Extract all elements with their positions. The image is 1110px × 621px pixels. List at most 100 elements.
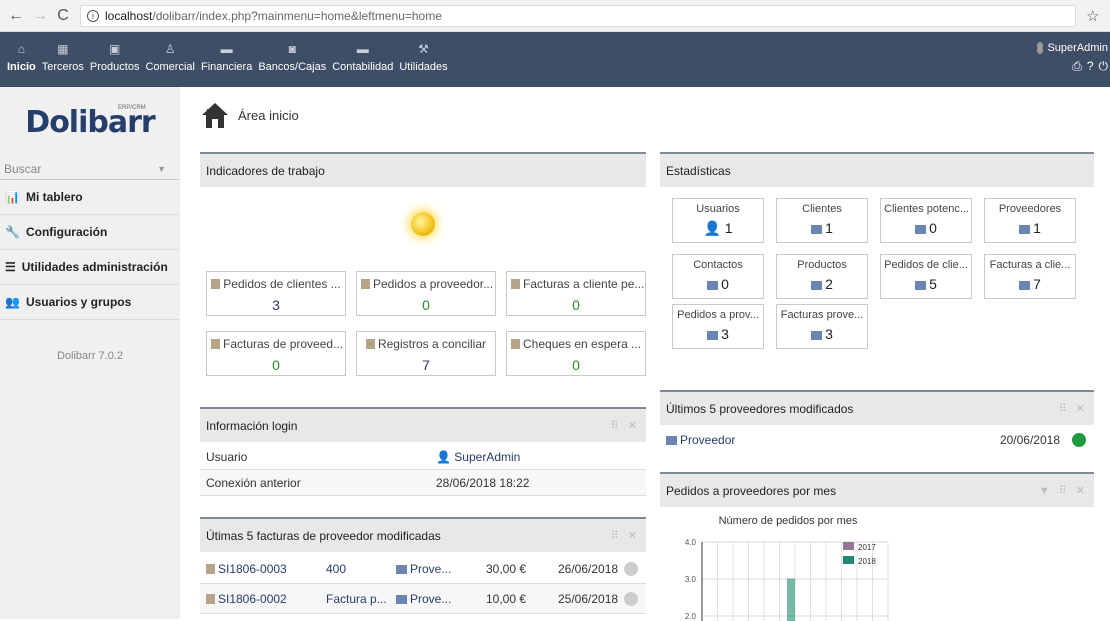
work-indicators-box: Indicadores de trabajo Pedidos de client…	[200, 152, 646, 382]
legend-label-2018: 2018	[858, 557, 876, 566]
sidebar-item-users[interactable]: 👥 Usuarios y grupos	[0, 285, 180, 320]
help-icon[interactable]: ?	[1087, 59, 1094, 74]
supplier-link[interactable]: Prove...	[396, 562, 486, 576]
menu-utilidades[interactable]: ⚒ Utilidades	[396, 42, 450, 74]
y-tick-label: 2.0	[685, 612, 697, 621]
sidebar-item-admin-tools[interactable]: ☰ Utilidades administración	[0, 250, 180, 285]
invoice-label: Factura p...	[326, 591, 387, 606]
menu-comercial[interactable]: ♙ Comercial	[142, 42, 198, 74]
supplier-invoices-box: Útimas 5 facturas de proveedor modificad…	[200, 517, 646, 619]
stat-card[interactable]: Clientes potenc... 0	[880, 198, 972, 243]
work-indicators-title: Indicadores de trabajo	[206, 163, 325, 178]
user-icon: 👤	[436, 449, 451, 464]
chart-icon: 📊	[5, 190, 20, 204]
wrench-icon: 🔧	[5, 225, 20, 239]
search-select[interactable]: Buscar ▼	[0, 158, 180, 180]
company-icon	[396, 564, 407, 574]
box-tools-icons[interactable]: ▼ ⠿ ✕	[1039, 484, 1088, 497]
supplier-link[interactable]: Prove...	[396, 592, 486, 606]
stat-card[interactable]: Contactos 0	[672, 254, 764, 299]
bar-2018	[787, 578, 795, 621]
forward-icon[interactable]: →	[32, 7, 48, 25]
work-indicator-card[interactable]: Pedidos de clientes ... 3	[206, 271, 346, 316]
user-box: SuperAdmin ⎙ ? ⏻	[1037, 42, 1110, 74]
stat-label: Clientes potenc...	[884, 203, 969, 215]
box-tools-icons[interactable]: ⠿ ✕	[611, 419, 640, 432]
invoice-ref-link[interactable]: SI1806-0003	[206, 562, 326, 576]
work-indicator-card[interactable]: Cheques en espera ... 0	[506, 331, 646, 376]
work-indicator-card[interactable]: Facturas a cliente pe... 0	[506, 271, 646, 316]
supplier-orders-chart-box: Pedidos a proveedores por mes ▼ ⠿ ✕ Númer…	[660, 472, 1094, 621]
legend-label-2017: 2017	[858, 543, 876, 552]
sidebar-item-setup[interactable]: 🔧 Configuración	[0, 215, 180, 250]
doc-icon	[361, 279, 370, 289]
bank-icon	[365, 339, 375, 349]
page-title: Área inicio	[238, 107, 299, 123]
stat-label: Facturas prove...	[780, 309, 864, 321]
stat-card[interactable]: Facturas a clie... 7	[984, 254, 1076, 299]
menu-productos[interactable]: ▣ Productos	[87, 42, 143, 74]
work-indicator-card[interactable]: Facturas de proveed... 0	[206, 331, 346, 376]
stat-card[interactable]: Clientes 1	[776, 198, 868, 243]
login-user-name: SuperAdmin	[454, 449, 521, 464]
invoice-date: 25/06/2018	[558, 591, 619, 606]
page-header: Área inicio	[200, 101, 299, 129]
stat-card[interactable]: Pedidos de clie... 5	[880, 254, 972, 299]
menu-financiera[interactable]: ▬ Financiera	[198, 42, 255, 74]
logout-icon[interactable]: ⏻	[1099, 59, 1109, 74]
stat-value: 2	[825, 276, 833, 292]
info-icon[interactable]: i	[87, 9, 99, 22]
card-value: 7	[422, 357, 430, 373]
login-user-value[interactable]: 👤 SuperAdmin	[436, 450, 520, 464]
invoice-amount: 10,00 €	[486, 591, 527, 606]
menu-inicio[interactable]: ⌂ Inicio	[4, 42, 39, 74]
invoice-ref-link[interactable]: SI1806-0002	[206, 592, 326, 606]
y-tick-label: 4.0	[685, 538, 697, 547]
user-name[interactable]: SuperAdmin	[1047, 42, 1108, 54]
stat-label: Pedidos a prov...	[677, 309, 759, 321]
home-icon	[202, 103, 228, 128]
list-icon: ☰	[5, 260, 16, 274]
work-indicator-card[interactable]: Registros a conciliar 7	[356, 331, 496, 376]
stat-value: 1	[724, 220, 733, 236]
stat-label: Usuarios	[696, 203, 740, 215]
ledger-icon: ▬	[356, 42, 369, 56]
stat-label: Facturas a clie...	[989, 259, 1071, 271]
menu-contabilidad[interactable]: ▬ Contabilidad	[329, 42, 396, 74]
stat-card[interactable]: Pedidos a prov... 3	[672, 304, 764, 349]
top-menu-bar: ⌂ Inicio ▦ Terceros ▣ Productos ♙ Comercial ▬ Fin…	[0, 32, 1110, 87]
back-icon[interactable]: ←	[8, 7, 24, 25]
stat-card[interactable]: Facturas prove... 3	[776, 304, 868, 349]
supplier-link[interactable]: Proveedor	[666, 433, 1000, 447]
legend-swatch-2018	[843, 556, 854, 564]
supplier-orders-title: Pedidos a proveedores por mes	[666, 483, 837, 498]
address-bar[interactable]: i localhost/dolibarr/index.php?mainmenu=…	[80, 4, 1076, 27]
bill-icon	[211, 339, 220, 349]
box-tools-icons[interactable]: ⠿ ✕	[1059, 402, 1088, 415]
stat-card[interactable]: Productos 2	[776, 254, 868, 299]
sun-weather-icon	[411, 212, 435, 236]
menu-bancos-cajas[interactable]: ◙ Bancos/Cajas	[255, 42, 329, 74]
box-tools-icons[interactable]: ⠿ ✕	[611, 529, 640, 542]
menu-label: Terceros	[41, 61, 84, 73]
print-icon[interactable]: ⎙	[1072, 59, 1082, 74]
stat-card[interactable]: Usuarios 👤 1	[672, 198, 764, 243]
menu-label: Bancos/Cajas	[258, 61, 327, 73]
statistics-box: Estadísticas Usuarios 👤 1 Clientes 1 Cliente…	[660, 152, 1094, 372]
work-indicator-card[interactable]: Pedidos a proveedor... 0	[356, 271, 496, 316]
search-placeholder: Buscar	[4, 161, 42, 176]
logo[interactable]: Dolibarr ERP/CRM	[0, 87, 180, 157]
bill-icon	[511, 279, 520, 289]
url-host: localhost	[105, 8, 153, 23]
main-area: Área inicio Indicadores de trabajo Pedid…	[180, 87, 1110, 621]
stat-label: Productos	[797, 259, 847, 271]
menu-terceros[interactable]: ▦ Terceros	[39, 42, 87, 74]
building-icon: ▦	[57, 42, 69, 56]
menu-label: Productos	[89, 61, 140, 73]
sidebar-item-dashboard[interactable]: 📊 Mi tablero	[0, 180, 180, 215]
login-user-label: Usuario	[206, 449, 248, 464]
latest-suppliers-title: Últimos 5 proveedores modificados	[666, 401, 854, 416]
bookmark-star-icon[interactable]: ☆	[1086, 7, 1102, 25]
stat-card[interactable]: Proveedores 1	[984, 198, 1076, 243]
reload-icon[interactable]: C	[56, 7, 70, 25]
